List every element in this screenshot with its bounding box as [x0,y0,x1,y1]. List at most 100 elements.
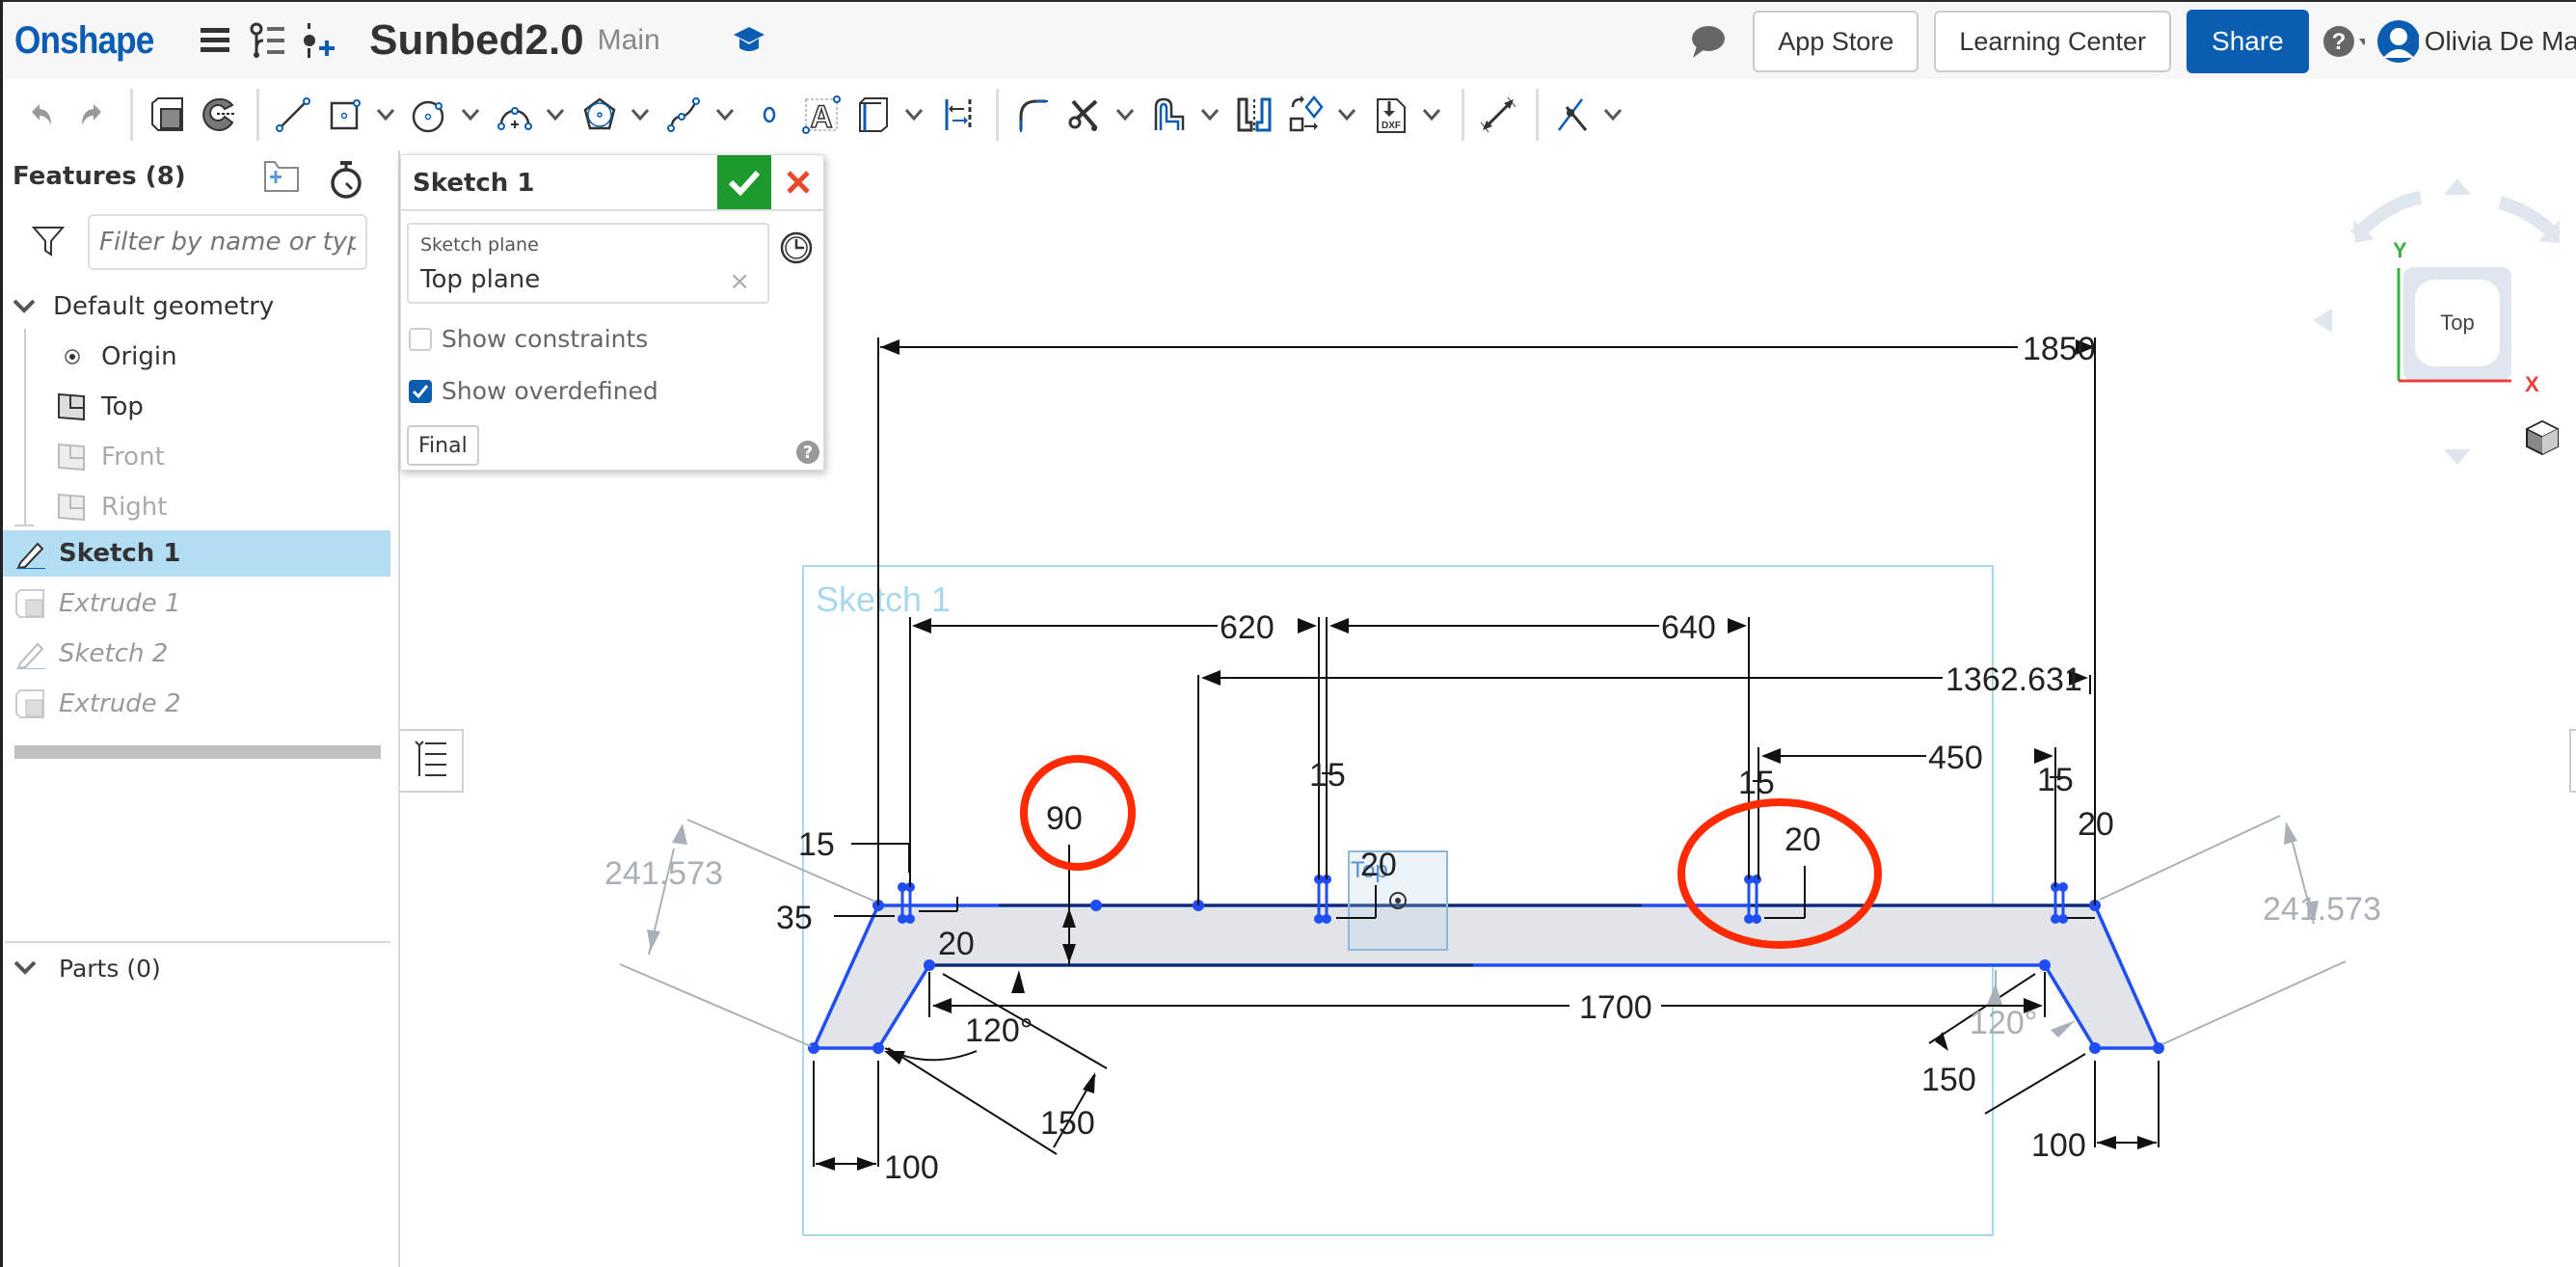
transform-dropdown-chevron-icon[interactable] [1334,91,1359,139]
svg-text:A: A [810,99,832,134]
trim-dropdown-chevron-icon[interactable] [1113,91,1138,139]
intersection-icon[interactable] [1548,91,1597,139]
learning-cap-icon[interactable] [728,19,770,62]
right-panel-tab[interactable] [2569,729,2576,793]
polygon-icon[interactable] [576,91,624,139]
sketch-label: Sketch 1 [816,580,951,619]
comment-icon[interactable] [1687,20,1730,63]
share-button[interactable]: Share [2187,10,2309,73]
feature-item-top[interactable]: Top [3,384,390,430]
dim-90: 90 [1046,800,1083,837]
sketch-pencil-icon [13,638,47,669]
final-button[interactable]: Final [407,425,479,466]
revolve-icon[interactable] [195,91,243,139]
accept-button[interactable] [717,155,771,209]
menu-icon[interactable] [194,19,236,62]
trim-icon[interactable] [1060,91,1109,139]
header-actions: App Store Learning Center Share ? Olivia… [1677,2,2576,81]
use-icon[interactable] [849,91,898,139]
feature-item-front[interactable]: Front [3,434,390,480]
line-icon[interactable] [269,91,317,139]
polygon-dropdown-chevron-icon[interactable] [628,91,653,139]
sketch-dialog: Sketch 1 Sketch plane Top plane × Show c… [400,154,825,471]
feature-item-sketch-1[interactable]: Sketch 1 [3,530,390,577]
chevron-down-icon[interactable] [13,955,38,983]
rollback-timer-icon[interactable] [329,160,363,202]
extrude-icon[interactable] [143,91,191,139]
undo-icon[interactable] [16,91,65,139]
feature-list-scrollbar[interactable] [14,745,381,759]
fillet-icon[interactable] [1008,91,1057,139]
show-constraints-checkbox[interactable] [409,327,432,351]
feature-item-origin[interactable]: Origin [3,334,390,380]
version-graph-icon[interactable] [246,19,288,62]
parts-group[interactable]: Parts (0) [13,955,161,983]
rectangle-dropdown-chevron-icon[interactable] [373,91,398,139]
history-clock-icon[interactable] [779,230,814,269]
dim-100-right: 100 [2031,1127,2086,1164]
branch-name[interactable]: Main [598,24,660,57]
construction-icon[interactable] [934,91,982,139]
dialog-divider [401,209,825,211]
show-overdefined-checkbox[interactable] [409,379,432,403]
document-title[interactable]: Sunbed2.0 [369,16,584,65]
view-mode-cube-icon[interactable] [2523,418,2562,461]
redo-icon[interactable] [68,91,117,139]
chevron-down-icon[interactable] [7,298,41,315]
feature-label: Extrude 2 [59,689,181,718]
dxf-dropdown-chevron-icon[interactable] [1419,91,1444,139]
plane-icon [55,443,90,472]
dialog-help-icon[interactable]: ? [796,441,819,464]
dim-20-c: 20 [2078,806,2114,843]
use-dropdown-chevron-icon[interactable] [901,91,926,139]
check-icon [728,170,761,196]
point-icon[interactable] [745,91,793,139]
intersection-dropdown-chevron-icon[interactable] [1600,91,1625,139]
filter-icon[interactable] [31,224,66,260]
clear-plane-icon[interactable]: × [729,267,750,296]
rectangle-icon[interactable] [321,91,369,139]
show-constraints-row[interactable]: Show constraints [409,325,648,353]
user-name[interactable]: Olivia De Ma [2425,26,2576,57]
spline-dropdown-chevron-icon[interactable] [712,91,738,139]
circle-icon[interactable] [406,91,454,139]
onshape-logo[interactable]: Onshape [14,19,154,63]
sketch-toolbar: A DXF [3,79,2576,150]
dxf-import-icon[interactable]: DXF [1367,91,1415,139]
rotate-right-arrow [2497,196,2562,241]
app-store-button[interactable]: App Store [1753,11,1919,72]
feature-item-extrude-2[interactable]: Extrude 2 [3,681,390,727]
feature-header-icons [263,160,363,202]
learning-center-button[interactable]: Learning Center [1934,11,2172,72]
feature-item-sketch-2[interactable]: Sketch 2 [3,631,390,677]
dimension-icon[interactable] [1474,91,1522,139]
dim-450: 450 [1928,740,1983,776]
cancel-button[interactable] [773,155,823,209]
default-geometry-group[interactable]: Default geometry [3,283,390,330]
insert-icon[interactable] [298,19,340,62]
extrude-icon [13,688,47,719]
dim-100-left: 100 [884,1149,939,1186]
add-folder-icon[interactable] [263,160,300,202]
spline-icon[interactable] [660,91,709,139]
show-overdefined-row[interactable]: Show overdefined [409,377,658,405]
dim-1700: 1700 [1579,989,1652,1026]
circle-dropdown-chevron-icon[interactable] [458,91,483,139]
parts-divider [5,941,390,943]
feature-filter-input[interactable] [88,214,367,270]
offset-icon[interactable] [1145,91,1194,139]
arc-icon[interactable] [491,91,539,139]
mirror-icon[interactable] [1230,91,1278,139]
text-icon[interactable]: A [797,91,845,139]
toolbar-divider [1462,89,1464,141]
close-icon [787,171,810,194]
user-avatar-icon[interactable] [2376,20,2419,63]
dim-150-right: 150 [1921,1062,1976,1098]
feature-item-extrude-1[interactable]: Extrude 1 [3,580,390,627]
help-icon[interactable]: ? [2322,20,2365,63]
transform-icon[interactable] [1282,91,1330,139]
offset-dropdown-chevron-icon[interactable] [1197,91,1222,139]
sketch-plane-field[interactable]: Sketch plane Top plane × [407,223,769,304]
feature-item-right[interactable]: Right [3,484,390,530]
arc-dropdown-chevron-icon[interactable] [543,91,568,139]
